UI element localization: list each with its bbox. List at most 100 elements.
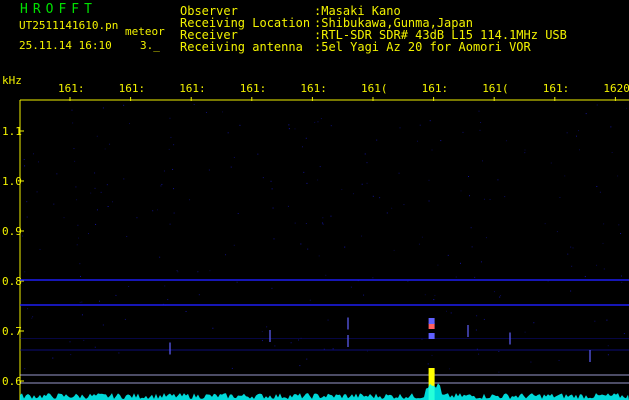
- noise-dot: [483, 198, 485, 200]
- noise-dot: [102, 107, 104, 109]
- noise-dot: [379, 197, 381, 199]
- noise-dot: [168, 148, 170, 150]
- noise-dot: [111, 201, 113, 203]
- y-tick-label: 0.9: [2, 225, 22, 238]
- noise-dot: [197, 271, 199, 273]
- noise-dot: [307, 248, 309, 250]
- noise-dot: [198, 294, 200, 296]
- noise-dot: [479, 129, 481, 131]
- noise-dot: [294, 128, 296, 130]
- meteor-echo: [428, 318, 435, 324]
- noise-dot: [32, 316, 34, 318]
- noise-dot: [603, 268, 605, 270]
- noise-dot: [294, 222, 296, 224]
- y-tick-label: 1.1: [2, 125, 22, 138]
- noise-dot: [300, 243, 302, 245]
- noise-dot: [104, 148, 106, 150]
- noise-dot: [167, 299, 169, 301]
- noise-dot: [606, 319, 608, 321]
- noise-dot: [610, 126, 612, 128]
- y-tick-label: 0.8: [2, 275, 22, 288]
- noise-dot: [498, 350, 500, 352]
- noise-dot: [173, 188, 175, 190]
- noise-dot: [169, 223, 171, 225]
- noise-dot: [572, 247, 574, 249]
- noise-dot: [78, 237, 80, 239]
- noise-dot: [618, 224, 620, 226]
- noise-dot: [500, 295, 502, 297]
- noise-dot: [427, 363, 429, 365]
- noise-dot: [163, 170, 165, 172]
- noise-dot: [376, 139, 378, 141]
- noise-dot: [123, 104, 125, 106]
- noise-dot: [480, 261, 482, 263]
- x-tick-label: 161:: [422, 82, 449, 95]
- noise-dot: [567, 253, 569, 255]
- noise-dot: [81, 314, 83, 316]
- x-tick-label: 161:: [179, 82, 206, 95]
- noise-dot: [274, 345, 276, 347]
- noise-dot: [205, 111, 207, 113]
- noise-dot: [547, 280, 549, 282]
- noise-dot: [325, 274, 327, 276]
- noise-dot: [81, 301, 83, 303]
- noise-dot: [136, 217, 138, 219]
- noise-dot: [429, 120, 431, 122]
- noise-dot: [322, 223, 324, 225]
- x-tick-label: 161(: [361, 82, 388, 95]
- noise-dot: [314, 121, 316, 123]
- noise-dot: [476, 315, 478, 317]
- noise-dot: [164, 285, 166, 287]
- noise-dot: [160, 185, 162, 187]
- noise-dot: [428, 200, 430, 202]
- noise-dot: [74, 160, 76, 162]
- noise-dot: [524, 152, 526, 154]
- x-tick-label: 161(: [482, 82, 509, 95]
- noise-dot: [208, 169, 210, 171]
- noise-dot: [620, 275, 622, 277]
- noise-dot: [271, 188, 273, 190]
- noise-dot: [38, 161, 40, 163]
- noise-dot: [363, 294, 365, 296]
- meteor-echo: [428, 333, 435, 339]
- noise-dot: [447, 254, 449, 256]
- noise-dot: [305, 137, 307, 139]
- noise-dot: [95, 223, 97, 225]
- noise-dot: [233, 244, 235, 246]
- noise-dot: [607, 354, 609, 356]
- noise-dot: [118, 352, 120, 354]
- noise-dot: [152, 210, 154, 212]
- noise-dot: [594, 320, 596, 322]
- x-tick-label: 161:: [300, 82, 327, 95]
- noise-dot: [231, 367, 233, 369]
- noise-dot: [617, 175, 619, 177]
- noise-dot: [31, 317, 33, 319]
- noise-dot: [341, 189, 343, 191]
- noise-dot: [185, 310, 187, 312]
- y-tick-label: 1.0: [2, 175, 22, 188]
- noise-dot: [123, 178, 125, 180]
- noise-dot: [440, 140, 442, 142]
- noise-dot: [428, 179, 430, 181]
- noise-dot: [578, 130, 580, 132]
- noise-dot: [434, 294, 436, 296]
- noise-dot: [161, 183, 163, 185]
- noise-dot: [79, 275, 81, 277]
- noise-dot: [173, 144, 175, 146]
- noise-dot: [602, 242, 604, 244]
- noise-dot: [239, 124, 241, 126]
- noise-dot: [115, 294, 117, 296]
- noise-dot: [303, 171, 305, 173]
- noise-dot: [460, 190, 462, 192]
- noise-dot: [79, 301, 81, 303]
- noise-dot: [288, 124, 290, 126]
- noise-dot: [305, 223, 307, 225]
- noise-dot: [159, 256, 161, 258]
- noise-dot: [102, 324, 104, 326]
- noise-dot: [462, 131, 464, 133]
- noise-dot: [350, 286, 352, 288]
- noise-dot: [499, 296, 501, 298]
- noise-dot: [386, 212, 388, 214]
- noise-dot: [299, 365, 301, 367]
- noise-dot: [623, 333, 625, 335]
